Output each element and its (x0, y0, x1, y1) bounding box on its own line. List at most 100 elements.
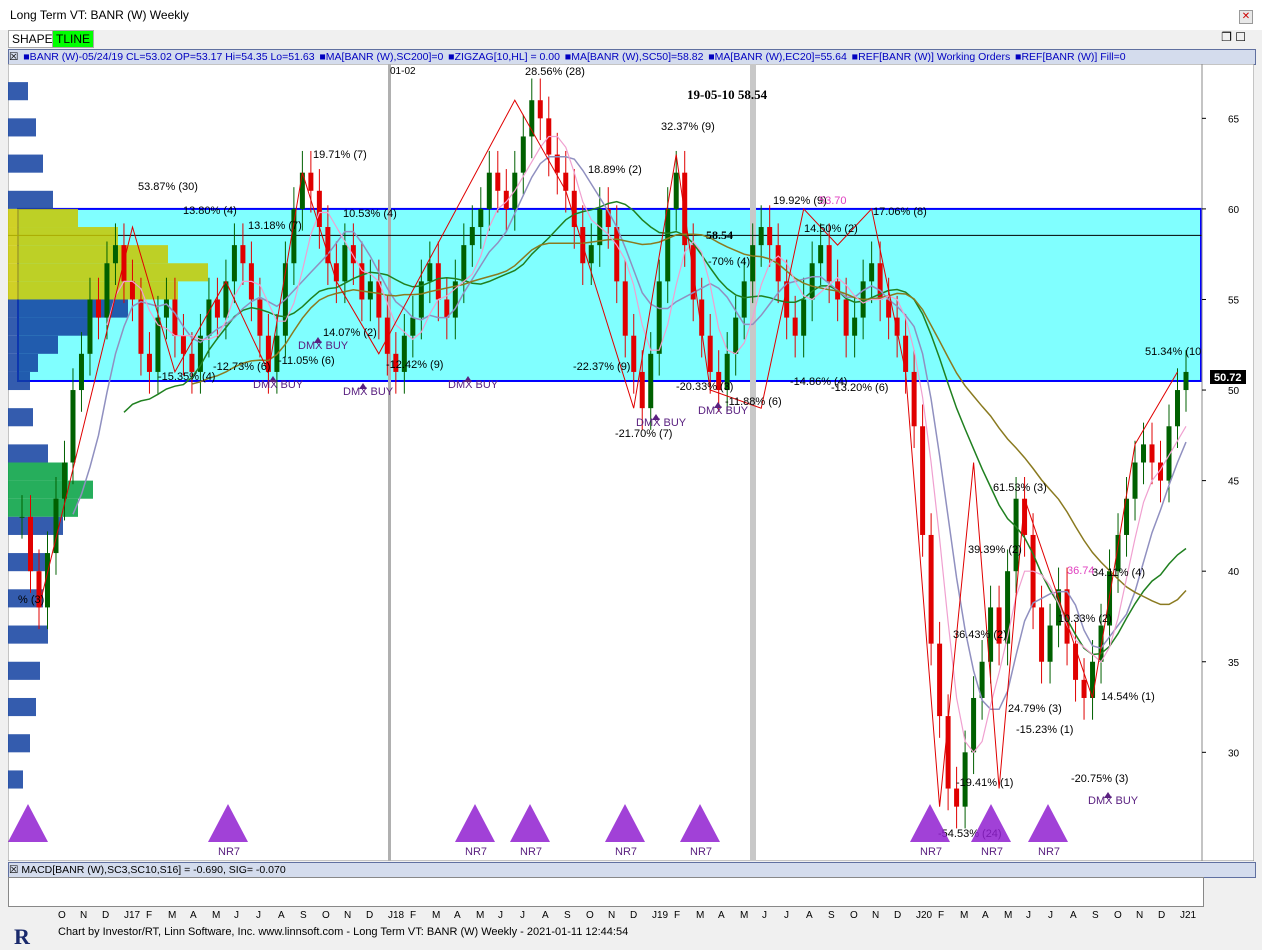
swing-label: -22.37% (9) (573, 361, 630, 373)
candle-body (180, 335, 186, 354)
x-tick-label: A (1070, 910, 1077, 921)
legend-item[interactable]: ■ZIGZAG[10,HL] = 0.00 (448, 51, 563, 63)
volume-profile-bar (8, 118, 36, 137)
candle-body (495, 172, 501, 191)
x-tick-label: O (322, 910, 330, 921)
x-tick-label: S (300, 910, 307, 921)
x-tick-label: D (366, 910, 373, 921)
candle-body (486, 172, 492, 209)
macd-close-icon[interactable]: ☒ (9, 864, 18, 876)
x-tick-label: J21 (1180, 910, 1197, 921)
x-tick-label: J (498, 910, 503, 921)
volume-profile-bar (8, 353, 38, 372)
x-tick-label: N (872, 910, 879, 921)
x-tick-label: D (630, 910, 637, 921)
volume-profile-bar (8, 661, 40, 680)
x-tick-label: S (828, 910, 835, 921)
swing-label: 28.56% (28) (525, 66, 585, 78)
legend-item[interactable]: ■MA[BANR (W),SC50]=58.82 (565, 51, 706, 63)
candle-body (61, 462, 67, 499)
candle-body (648, 353, 654, 409)
candle-body (1039, 607, 1045, 662)
candle-body (750, 245, 756, 282)
candle-body (758, 227, 764, 246)
nr7-label: NR7 (920, 846, 942, 858)
candle-body (937, 643, 943, 717)
dmx-buy-label: DMX BUY (343, 386, 394, 398)
x-tick-label: J (234, 910, 239, 921)
swing-label: 19.71% (7) (313, 149, 367, 161)
macd-panel[interactable] (8, 877, 1204, 907)
candle-body (818, 245, 824, 264)
candle-body (631, 335, 637, 372)
x-tick-label: J (256, 910, 261, 921)
last-price-tag: 50.72 (1214, 372, 1242, 384)
legend-item[interactable]: ■BANR (W)-05/24/19 CL=53.02 OP=53.17 Hi=… (23, 51, 317, 63)
x-tick-label: J19 (652, 910, 669, 921)
legend-item[interactable]: ■REF[BANR (W)] Fill=0 (1015, 51, 1125, 63)
y-tick-label: 55 (1228, 295, 1240, 306)
candle-body (87, 299, 93, 354)
candle-body (945, 716, 951, 789)
toolbar: SHAPE TLINE ❐ ☐ (8, 30, 1254, 48)
swing-label: 10.53% (4) (343, 208, 397, 220)
window-title: Long Term VT: BANR (W) Weekly (10, 8, 189, 22)
volume-profile-bar (8, 697, 36, 717)
restore-close-icons[interactable]: ❐ ☐ (1221, 30, 1246, 44)
candle-body (639, 371, 645, 409)
swing-label: 14.07% (2) (323, 327, 377, 339)
pink-label: 53.70 (819, 195, 847, 207)
candle-body (1115, 534, 1121, 572)
legend-close-icon[interactable]: ☒ (9, 51, 18, 63)
candle-body (520, 136, 526, 173)
x-tick-label: M (168, 910, 176, 921)
volume-profile-bar (8, 371, 30, 391)
candle-body (1132, 462, 1138, 499)
macd-legend: ☒ MACD[BANR (W),SC3,SC10,S16] = -0.690, … (8, 862, 1256, 878)
swing-label: 10.33% (2) (1058, 613, 1112, 625)
x-tick-label: D (102, 910, 109, 921)
candle-body (852, 317, 858, 336)
legend-item[interactable]: ■REF[BANR (W)] Working Orders (852, 51, 1013, 63)
candle-body (792, 317, 798, 336)
nr7-label: NR7 (615, 846, 637, 858)
candle-body (163, 299, 169, 318)
candle-body (146, 353, 152, 372)
chart-svg[interactable]: 01-02 19-05-10 58.54 58.54 53.87% (30) 13.80… (7, 63, 1255, 862)
chart-title: 19-05-10 58.54 (687, 87, 768, 102)
legend-item[interactable]: ■MA[BANR (W),SC200]=0 (319, 51, 446, 63)
swing-label: 32.37% (9) (661, 121, 715, 133)
volume-profile-bar (8, 462, 68, 481)
close-icon[interactable]: ✕ (1239, 10, 1253, 24)
x-tick-label: M (432, 910, 440, 921)
y-tick-label: 45 (1228, 477, 1240, 488)
candle-body (707, 335, 713, 372)
candle-body (427, 263, 433, 282)
x-tick-label: J (1048, 910, 1053, 921)
shape-button[interactable]: SHAPE (8, 30, 57, 48)
candle-body (1081, 679, 1087, 698)
price-chart[interactable]: 01-02 19-05-10 58.54 58.54 53.87% (30) 13.80… (7, 63, 1255, 862)
vertical-marker (388, 64, 391, 861)
candle-body (325, 227, 331, 264)
legend-item[interactable]: ■MA[BANR (W),EC20]=55.64 (708, 51, 849, 63)
dmx-buy-label: DMX BUY (698, 405, 749, 417)
swing-label: -12.42% (9) (386, 359, 443, 371)
x-tick-label: M (740, 910, 748, 921)
swing-label: -13.20% (6) (831, 382, 888, 394)
swing-label: 13.80% (4) (183, 205, 237, 217)
swing-label: 17.06% (8) (873, 206, 927, 218)
volume-profile-bar (8, 245, 168, 264)
candle-body (214, 299, 220, 318)
candle-body (367, 281, 373, 300)
x-tick-label: F (410, 910, 416, 921)
tline-button[interactable]: TLINE (52, 30, 95, 48)
candle-body (954, 788, 960, 807)
vertical-marker (750, 64, 756, 861)
candle-body (673, 172, 679, 209)
swing-label: 53.87% (30) (138, 181, 198, 193)
candle-body (384, 317, 390, 354)
candle-body (478, 208, 484, 228)
x-tick-label: M (476, 910, 484, 921)
volume-profile-bar (8, 444, 48, 463)
